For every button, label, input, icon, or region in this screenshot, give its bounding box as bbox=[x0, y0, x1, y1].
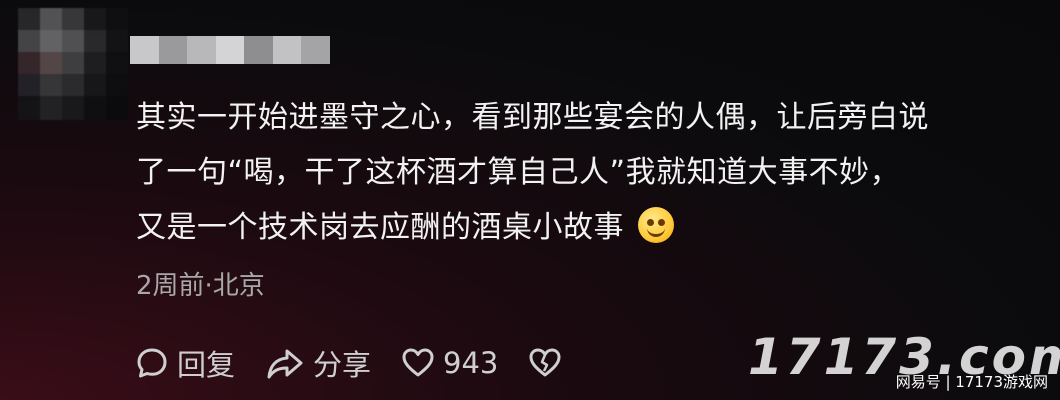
comment-line-1: 其实一开始进墨守之心，看到那些宴会的人偶，让后旁白说 bbox=[136, 100, 929, 135]
comment-meta: 2周前·北京 bbox=[136, 271, 265, 301]
like-count: 943 bbox=[443, 346, 499, 380]
share-arrow-icon bbox=[267, 349, 303, 379]
comment-line-2: 了一句“喝，干了这杯酒才算自己人”我就知道大事不妙， bbox=[136, 155, 901, 190]
share-button[interactable]: 分享 bbox=[265, 342, 371, 384]
comment-text: 其实一开始进墨守之心，看到那些宴会的人偶，让后旁白说 了一句“喝，干了这杯酒才算… bbox=[136, 90, 1036, 255]
avatar[interactable] bbox=[18, 8, 128, 126]
action-bar: 回复 分享 943 bbox=[135, 340, 592, 386]
heart-icon bbox=[402, 348, 434, 377]
reply-button[interactable]: 回复 bbox=[135, 342, 235, 384]
username-blurred[interactable] bbox=[130, 36, 331, 64]
like-button[interactable]: 943 bbox=[401, 346, 498, 380]
comment-bubble-icon bbox=[137, 348, 167, 378]
broken-heart-icon bbox=[529, 348, 561, 377]
comment-line-3: 又是一个技术岗去应酬的酒桌小故事 bbox=[136, 200, 1036, 255]
share-label: 分享 bbox=[313, 348, 372, 382]
reply-label: 回复 bbox=[177, 348, 236, 382]
source-attribution: 网易号 | 17173游戏网 bbox=[895, 373, 1048, 391]
dislike-button[interactable] bbox=[528, 346, 562, 380]
smile-emoji-icon bbox=[638, 207, 674, 243]
comment-line-3-text: 又是一个技术岗去应酬的酒桌小故事 bbox=[136, 210, 624, 245]
